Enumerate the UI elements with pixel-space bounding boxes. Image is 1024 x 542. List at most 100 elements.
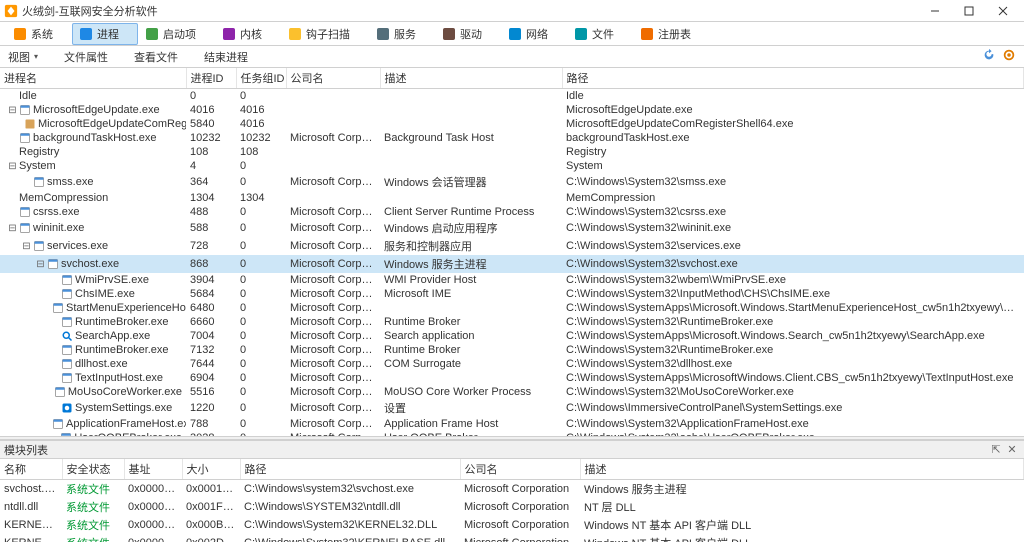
process-name: Registry (19, 146, 59, 158)
cell-tid: 0 (236, 89, 286, 104)
col-header-pid[interactable]: 进程ID (186, 68, 236, 89)
mcol-base[interactable]: 基址 (124, 459, 182, 480)
col-header-desc[interactable]: 描述 (380, 68, 562, 89)
cell-desc (380, 301, 562, 315)
tab-network[interactable]: 网络 (501, 23, 567, 45)
cell-company: Microsoft Corporation (286, 205, 380, 219)
cell-pid: 1220 (186, 399, 236, 417)
process-name: dllhost.exe (75, 358, 128, 370)
process-row[interactable]: SearchApp.exe 7004 0 Microsoft Corporati… (0, 329, 1024, 343)
process-row[interactable]: csrss.exe 488 0 Microsoft Corporation Cl… (0, 205, 1024, 219)
minimize-button[interactable] (918, 1, 952, 21)
window-title: 火绒剑-互联网安全分析软件 (22, 3, 158, 19)
mcell-company: Microsoft Corporation (460, 534, 580, 542)
maximize-button[interactable] (952, 1, 986, 21)
process-row[interactable]: Idle 0 0 Idle (0, 89, 1024, 104)
mcell-name: svchost.exe (0, 480, 62, 499)
process-row[interactable]: TextInputHost.exe 6904 0 Microsoft Corpo… (0, 371, 1024, 385)
cell-path: C:\Windows\System32\wbem\WmiPrvSE.exe (562, 273, 1024, 287)
col-header-tid[interactable]: 任务组ID (236, 68, 286, 89)
tree-expander-icon[interactable]: ⊟ (8, 162, 17, 171)
mcell-sec: 系统文件 (62, 516, 124, 534)
process-row[interactable]: ⊟MicrosoftEdgeUpdate.exe 4016 4016 Micro… (0, 103, 1024, 117)
cell-desc: Windows 会话管理器 (380, 173, 562, 191)
mcell-base: 0x00007FF8FA... (124, 516, 182, 534)
process-icon (19, 206, 31, 218)
menu-view[interactable]: 视图▾ (4, 48, 42, 66)
tab-kernel[interactable]: 内核 (215, 23, 281, 45)
close-button[interactable] (986, 1, 1020, 21)
module-list-grid[interactable]: 名称 安全状态 基址 大小 路径 公司名 描述 svchost.exe 系统文件… (0, 459, 1024, 542)
tab-startup[interactable]: 启动项 (138, 23, 215, 45)
tree-expander-icon[interactable]: ⊟ (22, 242, 31, 251)
registry-icon (640, 27, 654, 41)
process-icon (47, 258, 59, 270)
col-header-company[interactable]: 公司名 (286, 68, 380, 89)
process-row[interactable]: WmiPrvSE.exe 3904 0 Microsoft Corporatio… (0, 273, 1024, 287)
cell-path: Idle (562, 89, 1024, 104)
process-icon (61, 402, 73, 414)
process-icon (33, 240, 45, 252)
process-row[interactable]: smss.exe 364 0 Microsoft Corporation Win… (0, 173, 1024, 191)
tab-services[interactable]: 服务 (369, 23, 435, 45)
settings-icon[interactable] (1002, 48, 1016, 65)
mcell-sec: 系统文件 (62, 498, 124, 516)
tab-system[interactable]: 系统 (6, 23, 72, 45)
process-row[interactable]: ⊟svchost.exe 868 0 Microsoft Corporation… (0, 255, 1024, 273)
process-row[interactable]: ⊟services.exe 728 0 Microsoft Corporatio… (0, 237, 1024, 255)
process-row[interactable]: ⊟wininit.exe 588 0 Microsoft Corporation… (0, 219, 1024, 237)
mcol-path[interactable]: 路径 (240, 459, 460, 480)
process-row[interactable]: Registry 108 108 Registry (0, 145, 1024, 159)
process-row[interactable]: RuntimeBroker.exe 6660 0 Microsoft Corpo… (0, 315, 1024, 329)
module-row[interactable]: KERNELBASE.dll 系统文件 0x00007FF8F8... 0x00… (0, 534, 1024, 542)
mcol-sec[interactable]: 安全状态 (62, 459, 124, 480)
menu-viewfile[interactable]: 查看文件 (130, 48, 182, 66)
cell-desc: Microsoft IME (380, 287, 562, 301)
module-row[interactable]: ntdll.dll 系统文件 0x00007FF8FB... 0x001F800… (0, 498, 1024, 516)
menu-fileprops[interactable]: 文件属性 (60, 48, 112, 66)
cell-company: Microsoft Corporation (286, 287, 380, 301)
tree-expander-icon[interactable]: ⊟ (36, 260, 45, 269)
cell-pid: 7004 (186, 329, 236, 343)
cell-desc (380, 145, 562, 159)
process-row[interactable]: dllhost.exe 7644 0 Microsoft Corporation… (0, 357, 1024, 371)
panel-pin-icon[interactable]: ⇱ (988, 442, 1004, 458)
mcol-desc[interactable]: 描述 (580, 459, 1024, 480)
tab-file[interactable]: 文件 (567, 23, 633, 45)
process-row[interactable]: MoUsoCoreWorker.exe 5516 0 Microsoft Cor… (0, 385, 1024, 399)
menu-endproc[interactable]: 结束进程 (200, 48, 252, 66)
tree-expander-icon[interactable]: ⊟ (8, 224, 17, 233)
tree-expander-icon[interactable]: ⊟ (8, 106, 17, 115)
process-row[interactable]: ⊟System 4 0 System (0, 159, 1024, 173)
module-row[interactable]: svchost.exe 系统文件 0x00007FF7FE... 0x00010… (0, 480, 1024, 499)
process-row[interactable]: backgroundTaskHost.exe 10232 10232 Micro… (0, 131, 1024, 145)
tab-driver[interactable]: 驱动 (435, 23, 501, 45)
mcell-desc: Windows NT 基本 API 客户端 DLL (580, 516, 1024, 534)
tab-registry[interactable]: 注册表 (633, 23, 710, 45)
process-row[interactable]: MemCompression 1304 1304 MemCompression (0, 191, 1024, 205)
process-row[interactable]: ApplicationFrameHost.exe 788 0 Microsoft… (0, 417, 1024, 431)
mcell-desc: Windows NT 基本 API 客户端 DLL (580, 534, 1024, 542)
tab-label: 驱动 (460, 26, 482, 42)
col-header-name[interactable]: 进程名 (0, 68, 186, 89)
process-row[interactable]: MicrosoftEdgeUpdateComRegi... 5840 4016 … (0, 117, 1024, 131)
process-row[interactable]: ChsIME.exe 5684 0 Microsoft Corporation … (0, 287, 1024, 301)
col-header-path[interactable]: 路径 (562, 68, 1024, 89)
refresh-icon[interactable] (982, 48, 996, 65)
tab-process[interactable]: 进程 (72, 23, 138, 45)
process-row[interactable]: RuntimeBroker.exe 7132 0 Microsoft Corpo… (0, 343, 1024, 357)
mcol-name[interactable]: 名称 (0, 459, 62, 480)
process-row[interactable]: SystemSettings.exe 1220 0 Microsoft Corp… (0, 399, 1024, 417)
process-tree-grid[interactable]: 进程名 进程ID 任务组ID 公司名 描述 路径 Idle 0 0 Idle ⊟… (0, 68, 1024, 436)
process-name: ApplicationFrameHost.exe (66, 418, 186, 430)
cell-pid: 3904 (186, 273, 236, 287)
module-row[interactable]: KERNEL32.DLL 系统文件 0x00007FF8FA... 0x000B… (0, 516, 1024, 534)
cell-pid: 868 (186, 255, 236, 273)
mcol-company[interactable]: 公司名 (460, 459, 580, 480)
cell-tid: 0 (236, 385, 286, 399)
tab-hookscan[interactable]: 钩子扫描 (281, 23, 369, 45)
panel-close-icon[interactable]: ✕ (1004, 442, 1020, 458)
process-row[interactable]: StartMenuExperienceHost... 6480 0 Micros… (0, 301, 1024, 315)
mcol-size[interactable]: 大小 (182, 459, 240, 480)
tab-label: 注册表 (658, 26, 691, 42)
